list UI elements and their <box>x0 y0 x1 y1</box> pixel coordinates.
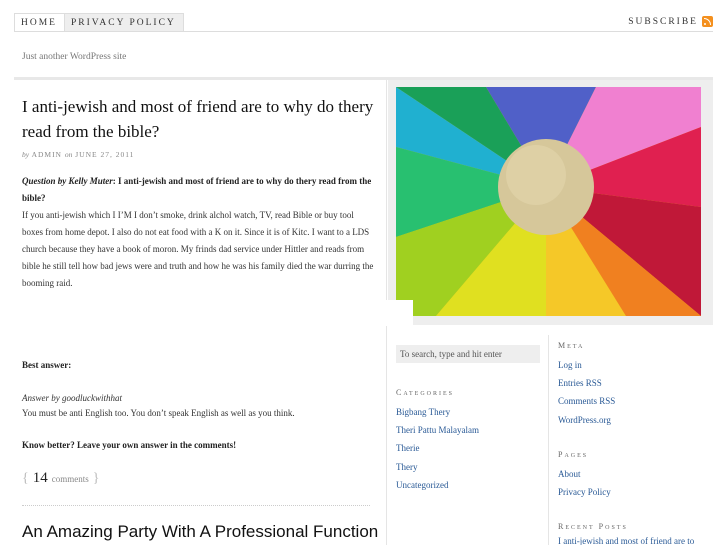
search-input[interactable] <box>396 345 540 363</box>
rss-icon <box>702 16 713 27</box>
categories-title: Categories <box>396 388 455 397</box>
page-link[interactable]: About <box>558 465 611 483</box>
recent-posts-widget: Recent Posts I anti-jewish and most of f… <box>558 522 718 545</box>
subscribe-link[interactable]: SUBSCRIBE <box>628 16 713 27</box>
meta-link[interactable]: Comments RSS <box>558 392 615 410</box>
post-separator <box>22 505 370 506</box>
category-link[interactable]: Theri Pattu Malayalam <box>396 421 479 439</box>
featured-image <box>388 80 713 325</box>
categories-widget: Categories Bigbang Thery Theri Pattu Mal… <box>396 388 479 494</box>
category-link[interactable]: Uncategorized <box>396 476 479 494</box>
nav-tab-home[interactable]: HOME <box>14 13 65 31</box>
post-content: I anti-jewish and most of friend are to … <box>22 94 374 292</box>
post-author[interactable]: ADMIN <box>32 150 62 159</box>
meta-widget: Meta Log in Entries RSS Comments RSS Wor… <box>558 341 615 429</box>
answer-by: Answer by goodluckwithhat <box>22 393 122 403</box>
comments-link[interactable]: { 14 comments } <box>22 470 99 487</box>
subscribe-label: SUBSCRIBE <box>628 16 698 27</box>
meta-link[interactable]: Log in <box>558 356 615 374</box>
meta-link[interactable]: Entries RSS <box>558 374 615 392</box>
post-date: JUNE 27, 2011 <box>75 150 135 159</box>
best-answer-heading: Best answer: <box>22 360 72 370</box>
know-better-text: Know better? Leave your own answer in th… <box>22 440 237 450</box>
recent-posts-title: Recent Posts <box>558 522 628 531</box>
question-by: Question by Kelly Muter <box>22 176 113 186</box>
question-heading: Question by Kelly Muter: I anti-jewish a… <box>22 173 374 207</box>
answer-text: You must be anti English too. You don’t … <box>22 408 295 418</box>
pinwheel-image <box>396 87 701 316</box>
post-title[interactable]: I anti-jewish and most of friend are to … <box>22 94 374 144</box>
meta-by: by <box>22 150 30 159</box>
next-post-title[interactable]: An Amazing Party With A Professional Fun… <box>22 522 378 542</box>
category-link[interactable]: Therie <box>396 439 479 457</box>
nav-tab-privacy-policy[interactable]: PRIVACY POLICY <box>64 13 184 31</box>
comment-count: 14 <box>32 470 48 486</box>
category-link[interactable]: Bigbang Thery <box>396 403 479 421</box>
post-meta: by ADMIN on JUNE 27, 2011 <box>22 150 374 159</box>
post-body: If you anti-jewish which I I’M I don’t s… <box>22 210 374 288</box>
open-brace: { <box>22 471 29 486</box>
page-link[interactable]: Privacy Policy <box>558 483 611 501</box>
site-tagline: Just another WordPress site <box>22 52 127 62</box>
pages-widget: Pages About Privacy Policy <box>558 450 611 501</box>
nav-divider <box>14 31 713 32</box>
close-brace: } <box>92 471 100 486</box>
meta-link[interactable]: WordPress.org <box>558 411 615 429</box>
image-notch <box>386 300 413 326</box>
meta-title: Meta <box>558 341 585 350</box>
top-nav: HOME PRIVACY POLICY <box>14 13 184 31</box>
meta-on: on <box>64 150 73 159</box>
category-link[interactable]: Thery <box>396 458 479 476</box>
comments-label: comments <box>51 474 89 484</box>
recent-post-link[interactable]: I anti-jewish and most of friend are to <box>558 536 718 545</box>
sidebar-divider <box>548 335 549 545</box>
pages-title: Pages <box>558 450 589 459</box>
